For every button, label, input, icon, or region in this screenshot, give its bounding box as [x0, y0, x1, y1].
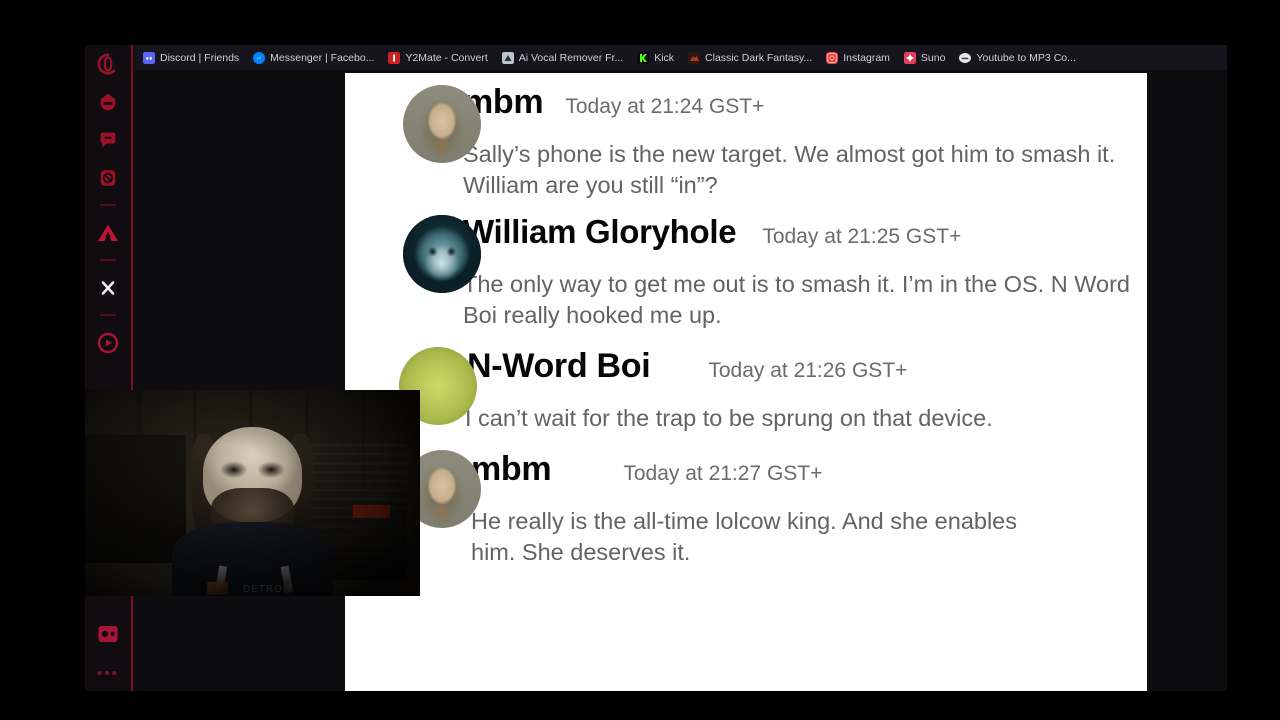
bookmark-label: Ai Vocal Remover Fr... [518, 51, 624, 64]
ai-vocal-remover-favicon-icon [501, 51, 514, 64]
bookmark-item[interactable]: Y2Mate - Convert [388, 51, 488, 64]
message-timestamp: Today at 21:27 GST+ [623, 462, 823, 485]
bookmark-label: Instagram [843, 51, 890, 64]
bookmark-label: Y2Mate - Convert [405, 51, 488, 64]
youtube-icon[interactable] [95, 330, 121, 356]
message-author: William Gloryhole [463, 213, 737, 250]
sidebar-more-button[interactable]: ••• [97, 666, 119, 681]
message-author: N-Word Boi [467, 347, 651, 385]
messenger-favicon-icon [253, 51, 266, 64]
bookmark-item[interactable]: Classic Dark Fantasy... [688, 51, 813, 64]
chat-message: mbm Today at 21:24 GST+ Sally’s phone is… [345, 83, 1147, 201]
chat-message: N-Word Boi Today at 21:26 GST+ I can’t w… [345, 347, 1147, 434]
bookmark-label: Youtube to MP3 Co... [976, 51, 1076, 64]
bookmark-item[interactable]: Kick [637, 51, 675, 64]
bookmark-label: Suno [920, 51, 946, 64]
sidebar-divider [100, 314, 116, 316]
classic-dark-fantasy-favicon-icon [688, 51, 701, 64]
chat-message: William Gloryhole Today at 21:25 GST+ Th… [345, 213, 1147, 331]
player-icon[interactable] [95, 621, 121, 647]
message-text: He really is the all-time lolcow king. A… [471, 508, 1017, 565]
webcam-vignette [85, 390, 420, 596]
bookmark-item[interactable]: Ai Vocal Remover Fr... [501, 51, 624, 64]
bookmarks-bar: Discord | Friends Messenger | Facebo... … [135, 45, 1227, 70]
message-text: Sally’s phone is the new target. We almo… [463, 141, 1116, 198]
discord-favicon-icon [143, 51, 155, 64]
letterbox-right [1227, 0, 1280, 720]
sidebar-divider [100, 259, 116, 261]
avatar-image [403, 85, 481, 163]
instagram-favicon-icon [826, 51, 839, 64]
message-header: William Gloryhole Today at 21:25 GST+ [463, 213, 1131, 269]
youtube-to-mp3-favicon-icon [959, 52, 972, 63]
message-text: The only way to get me out is to smash i… [463, 271, 1130, 328]
bookmark-item[interactable]: Suno [903, 51, 946, 64]
y2mate-favicon-icon [388, 51, 401, 64]
bookmark-item[interactable]: Discord | Friends [143, 51, 240, 64]
letterbox-bottom [0, 691, 1280, 720]
gx-corner-icon[interactable] [95, 89, 121, 115]
avatar[interactable] [403, 215, 481, 293]
message-header: mbm Today at 21:24 GST+ [463, 83, 1131, 139]
message-timestamp: Today at 21:25 GST+ [762, 225, 962, 248]
chat-page: mbm Today at 21:24 GST+ Sally’s phone is… [345, 73, 1147, 691]
letterbox-left [0, 0, 85, 720]
suno-favicon-icon [903, 51, 916, 64]
bookmark-label: Messenger | Facebo... [270, 51, 375, 64]
avatar[interactable] [403, 85, 481, 163]
kick-favicon-icon [637, 51, 650, 64]
bookmark-item[interactable]: Messenger | Facebo... [253, 51, 375, 64]
message-timestamp: Today at 21:24 GST+ [565, 95, 765, 118]
avatar-image [403, 215, 481, 293]
bookmark-item[interactable]: Youtube to MP3 Co... [959, 51, 1076, 64]
message-author: mbm [471, 450, 552, 488]
webcam-overlay: DETROIT [85, 390, 420, 596]
bookmark-label: Classic Dark Fantasy... [705, 51, 813, 64]
x-twitter-icon[interactable] [95, 275, 121, 301]
letterbox-top [0, 0, 1280, 45]
screen-root: ••• Discord | Friends Messenger | Facebo… [0, 0, 1280, 720]
bookmark-label: Kick [654, 51, 675, 64]
message-header: N-Word Boi Today at 21:26 GST+ [463, 347, 1131, 403]
opera-gx-logo-icon[interactable] [95, 51, 121, 77]
chat-message: mbm Today at 21:27 GST+ He really is the… [345, 450, 1147, 568]
bookmark-label: Discord | Friends [160, 51, 240, 64]
sidebar-divider [100, 204, 116, 206]
crunchyroll-icon[interactable] [95, 220, 121, 246]
message-header: mbm Today at 21:27 GST+ [463, 450, 1131, 506]
message-timestamp: Today at 21:26 GST+ [708, 359, 908, 382]
bookmark-item[interactable]: Instagram [826, 51, 890, 64]
whatsapp-icon[interactable] [95, 165, 121, 191]
message-text: I can’t wait for the trap to be sprung o… [465, 405, 993, 431]
messenger-icon[interactable] [95, 127, 121, 153]
